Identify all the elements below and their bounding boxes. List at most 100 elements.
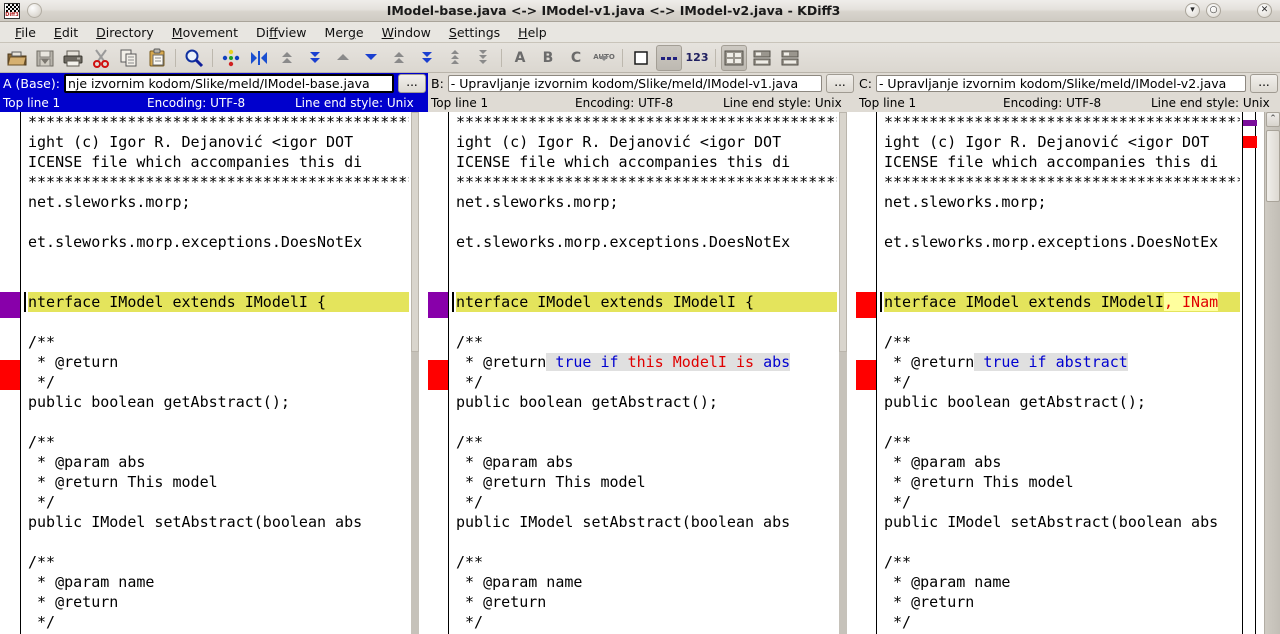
code-line: ICENSE file which accompanies this di xyxy=(884,152,1240,172)
diff-marker-column-a[interactable] xyxy=(0,112,20,634)
goto-first-diff-icon[interactable] xyxy=(274,45,300,71)
menu-directory[interactable]: Directory xyxy=(87,23,163,42)
save-icon[interactable] xyxy=(32,45,58,71)
split-diff-icon[interactable] xyxy=(246,45,272,71)
file-path-input-c[interactable]: - Upravljanje izvornim kodom/Slike/meld/… xyxy=(875,75,1246,92)
code-line: * @param name xyxy=(884,572,1240,592)
menu-file[interactable]: File xyxy=(6,23,45,42)
code-span: et.sleworks.morp.exceptions.DoesNotEx xyxy=(884,233,1219,251)
minimize-button[interactable]: ▾ xyxy=(1185,3,1200,18)
copy-icon[interactable] xyxy=(116,45,142,71)
diff-marker xyxy=(0,292,20,318)
main-vscrollbar[interactable]: ⌃ xyxy=(1264,112,1280,634)
diff-pane-b[interactable]: ****************************************… xyxy=(428,112,839,634)
code-text-a[interactable]: ****************************************… xyxy=(28,112,409,634)
pane-vscrollbar-b[interactable] xyxy=(839,112,847,634)
diff-pane-c[interactable]: ****************************************… xyxy=(856,112,1242,634)
close-button[interactable]: ✕ xyxy=(1257,3,1272,18)
code-line: ight (c) Igor R. Dejanović <igor DOT xyxy=(456,132,837,152)
code-span: /** xyxy=(884,433,912,451)
window-menu-button[interactable] xyxy=(27,3,42,18)
diff-overview-column[interactable] xyxy=(1242,112,1257,634)
browse-button-c[interactable]: ... xyxy=(1250,74,1278,93)
diff-marker-column-c[interactable] xyxy=(856,112,876,634)
next-unsolved-icon[interactable] xyxy=(470,45,496,71)
code-line: ICENSE file which accompanies this di xyxy=(456,152,837,172)
overview-marker xyxy=(1243,120,1257,126)
menu-settings[interactable]: Settings xyxy=(440,23,509,42)
reload-icon[interactable] xyxy=(218,45,244,71)
paste-icon[interactable] xyxy=(144,45,170,71)
code-line: * @return xyxy=(456,592,837,612)
browse-button-a[interactable]: ... xyxy=(398,74,426,93)
next-diff-icon[interactable] xyxy=(358,45,384,71)
choose-c-icon[interactable]: C xyxy=(563,45,589,71)
menu-help[interactable]: Help xyxy=(509,23,556,42)
maximize-button[interactable]: ○ xyxy=(1206,3,1221,18)
scroll-up-button[interactable]: ⌃ xyxy=(1266,112,1280,127)
layout-split-icon[interactable] xyxy=(749,45,775,71)
prev-unsolved-icon[interactable] xyxy=(442,45,468,71)
diff-panes: ****************************************… xyxy=(0,112,1280,634)
scrollbar-thumb[interactable] xyxy=(411,112,419,352)
diff-pane-a[interactable]: ****************************************… xyxy=(0,112,411,634)
code-text-c[interactable]: ****************************************… xyxy=(884,112,1240,634)
code-span: * @return This model xyxy=(28,473,218,491)
print-icon[interactable] xyxy=(60,45,86,71)
prev-diff-icon[interactable] xyxy=(330,45,356,71)
find-icon[interactable] xyxy=(181,45,207,71)
code-span: * @param name xyxy=(28,573,155,591)
code-line: * @return xyxy=(28,352,409,372)
prev-conflict-icon[interactable] xyxy=(386,45,412,71)
code-span: abstract xyxy=(1055,353,1128,371)
code-line: */ xyxy=(884,492,1240,512)
code-span: if xyxy=(1028,353,1047,371)
code-span: */ xyxy=(884,613,912,631)
browse-button-b[interactable]: ... xyxy=(826,74,854,93)
open-icon[interactable] xyxy=(4,45,30,71)
code-span: */ xyxy=(884,373,912,391)
scrollbar-thumb[interactable] xyxy=(1266,130,1280,202)
next-conflict-icon[interactable] xyxy=(414,45,440,71)
code-span: * @return xyxy=(456,593,547,611)
choose-b-icon[interactable]: B xyxy=(535,45,561,71)
code-span: * @param name xyxy=(456,573,583,591)
code-line: net.sleworks.morp; xyxy=(28,192,409,212)
show-white-space-icon[interactable] xyxy=(628,45,654,71)
pane-divider xyxy=(448,112,449,634)
code-span: public boolean getAbstract(); xyxy=(884,393,1146,411)
pane-vscrollbar-a[interactable] xyxy=(411,112,419,634)
auto-solve-icon[interactable]: AUTO xyxy=(591,45,617,71)
file-path-input-a[interactable]: nje izvornim kodom/Slike/meld/IModel-bas… xyxy=(63,74,394,93)
code-line: ****************************************… xyxy=(884,172,1240,192)
goto-last-diff-icon[interactable] xyxy=(302,45,328,71)
code-line: net.sleworks.morp; xyxy=(456,192,837,212)
menu-movement[interactable]: Movement xyxy=(163,23,247,42)
code-span: */ xyxy=(28,373,56,391)
show-lines-icon[interactable] xyxy=(656,44,682,71)
top-line-status-a: Top line 1 xyxy=(3,96,61,110)
pane-divider xyxy=(876,112,877,634)
diff-marker-column-b[interactable] xyxy=(428,112,448,634)
choose-a-icon[interactable]: A xyxy=(507,45,533,71)
layout-diff3-icon[interactable] xyxy=(721,44,747,71)
show-line-numbers-icon[interactable]: 123 xyxy=(684,45,710,71)
menu-window[interactable]: Window xyxy=(373,23,440,42)
code-span: if xyxy=(600,353,619,371)
code-span: ****************************************… xyxy=(456,113,837,131)
menu-merge[interactable]: Merge xyxy=(316,23,373,42)
pane-header-c: C: - Upravljanje izvornim kodom/Slike/mel… xyxy=(856,73,1280,112)
menu-edit[interactable]: Edit xyxy=(45,23,87,42)
scrollbar-thumb[interactable] xyxy=(839,112,847,352)
code-span: ****************************************… xyxy=(884,173,1240,191)
menu-diffview[interactable]: Diffview xyxy=(247,23,316,42)
diff-marker xyxy=(856,360,876,390)
cut-icon[interactable] xyxy=(88,45,114,71)
code-line: * @return This model xyxy=(28,472,409,492)
code-line: /** xyxy=(28,332,409,352)
layout-merge-icon[interactable] xyxy=(777,45,803,71)
file-path-input-b[interactable]: - Upravljanje izvornim kodom/Slike/meld/… xyxy=(447,75,822,92)
code-text-b[interactable]: ****************************************… xyxy=(456,112,837,634)
